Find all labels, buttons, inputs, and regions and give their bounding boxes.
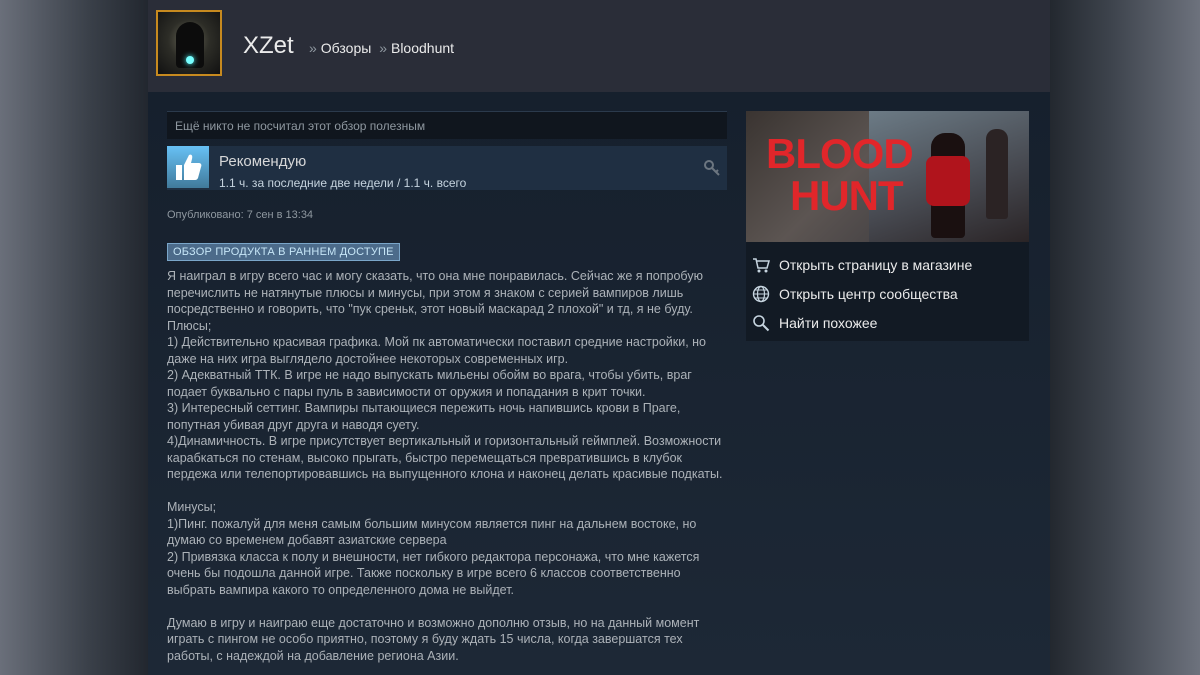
review-line: 3) Интересный сеттинг. Вампиры пытающиес… bbox=[167, 401, 681, 415]
review-line: перечислить не натянутые плюсы и минусы,… bbox=[167, 285, 684, 300]
cart-icon bbox=[753, 258, 770, 273]
review-line: 1)Пинг. пожалуй для меня самым большим м… bbox=[167, 516, 697, 531]
review-line: Плюсы; bbox=[167, 318, 212, 333]
review-line: 2) Привязка класса к полу и внешности, н… bbox=[167, 549, 700, 564]
review-body: Я наиграл в игру всего час и могу сказат… bbox=[167, 268, 727, 664]
game-logo: BLOOD HUNT bbox=[766, 130, 914, 219]
helpful-counter: Ещё никто не посчитал этот обзор полезны… bbox=[167, 111, 727, 139]
review-blank-line bbox=[167, 483, 727, 500]
review-blank-line bbox=[167, 598, 727, 615]
review-line: 4)Динамичность. В игре присутствует верт… bbox=[167, 434, 722, 448]
review-line: пердежа или телепортировавшись на выпуще… bbox=[167, 467, 723, 481]
breadcrumb: » Обзоры » Bloodhunt bbox=[305, 40, 454, 56]
review-line: подает буквально с пары пуль в зависимос… bbox=[167, 384, 646, 399]
game-capsule-image[interactable]: BLOOD HUNT bbox=[746, 111, 1029, 242]
breadcrumb-separator: » bbox=[309, 40, 317, 56]
review-line: 1) Действительно красивая графика. Мой п… bbox=[167, 335, 707, 349]
review-line: играть с пингом не особо приятно, поэтом… bbox=[167, 632, 683, 646]
breadcrumb-reviews-link[interactable]: Обзоры bbox=[321, 40, 372, 56]
breadcrumb-game-link[interactable]: Bloodhunt bbox=[391, 40, 454, 56]
globe-icon bbox=[752, 285, 770, 303]
review-line: очень бы подошла данной игре. Также поск… bbox=[167, 566, 681, 580]
background-left bbox=[0, 0, 148, 675]
posted-date: Опубликовано: 7 сен в 13:34 bbox=[167, 209, 314, 221]
review-line: Я наиграл в игру всего час и могу сказат… bbox=[167, 269, 703, 283]
review-line: 2) Адекватный ТТК. В игре не надо выпуск… bbox=[167, 368, 692, 382]
key-icon bbox=[704, 160, 720, 181]
review-line: попутная убивая друг друга и наводя сует… bbox=[167, 417, 420, 432]
review-line: Минусы; bbox=[167, 500, 217, 514]
review-line: карабкаться по стенам, высоко прыгать, б… bbox=[167, 450, 683, 465]
early-access-badge: ОБЗОР ПРОДУКТА В РАННЕМ ДОСТУПЕ bbox=[167, 243, 400, 261]
review-line: думаю со временем добавят азиатские серв… bbox=[167, 533, 447, 547]
recommendation-label: Рекомендую bbox=[219, 153, 307, 170]
breadcrumb-separator: » bbox=[379, 40, 387, 56]
review-line: Думаю в игру и наиграю еще достаточно и … bbox=[167, 615, 700, 630]
review-line: выбрать вампира какого то определенного … bbox=[167, 582, 515, 597]
background-right bbox=[1050, 0, 1200, 675]
review-line: даже на них игра выглядело достойнее нек… bbox=[167, 351, 569, 366]
avatar[interactable] bbox=[156, 10, 222, 76]
magnifier-icon bbox=[753, 315, 770, 332]
username-link[interactable]: XZet bbox=[243, 32, 294, 60]
review-line: работы, с надеждой на добавление региона… bbox=[167, 648, 459, 663]
playtime-hours: 1.1 ч. за последние две недели / 1.1 ч. … bbox=[219, 176, 467, 190]
review-line: посредственно и говорить, что "пук срень… bbox=[167, 302, 693, 316]
thumbs-up-icon bbox=[167, 146, 209, 188]
